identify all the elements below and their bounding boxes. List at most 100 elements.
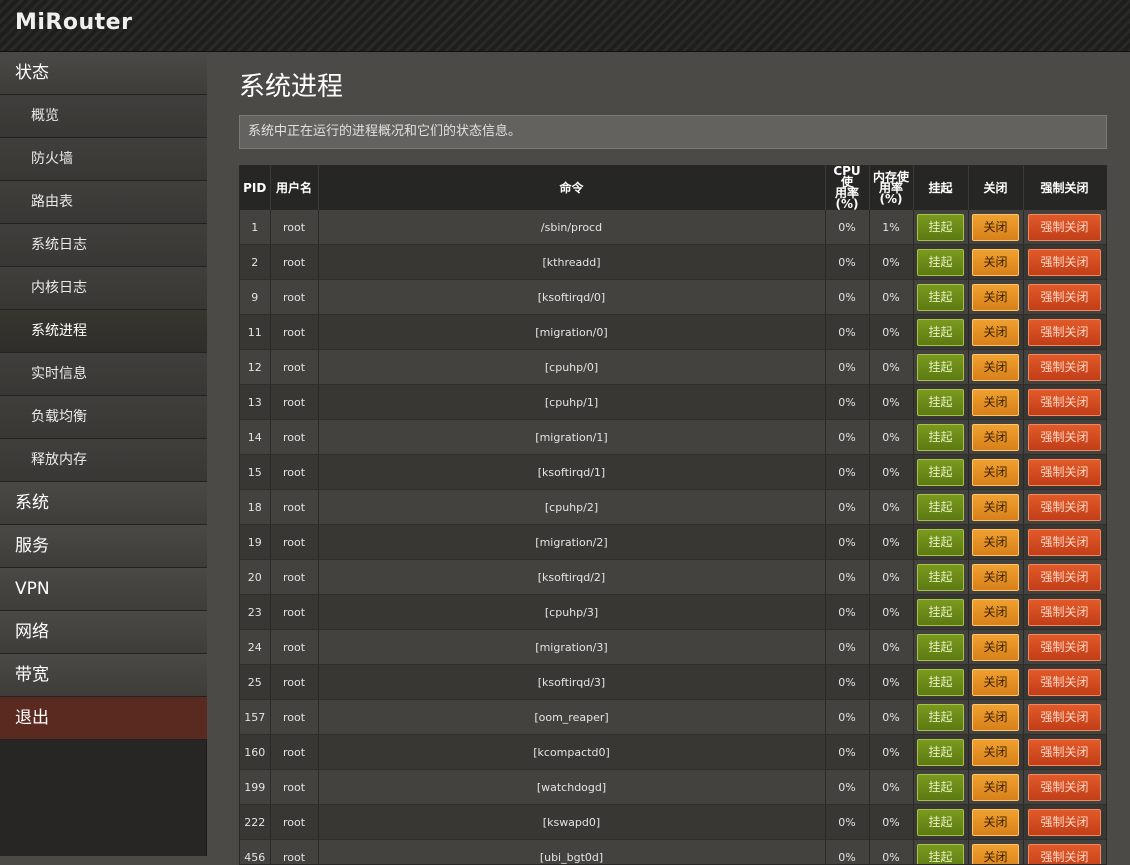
close-button[interactable]: 关闭 (972, 704, 1019, 731)
close-button[interactable]: 关闭 (972, 739, 1019, 766)
suspend-button[interactable]: 挂起 (917, 459, 964, 486)
suspend-button[interactable]: 挂起 (917, 564, 964, 591)
close-button[interactable]: 关闭 (972, 214, 1019, 241)
force-close-button[interactable]: 强制关闭 (1028, 354, 1101, 381)
suspend-button[interactable]: 挂起 (917, 529, 964, 556)
cell-force: 强制关闭 (1023, 840, 1106, 865)
close-button[interactable]: 关闭 (972, 459, 1019, 486)
nav-sub-syslog[interactable]: 系统日志 (0, 224, 207, 267)
suspend-button[interactable]: 挂起 (917, 844, 964, 865)
nav-sub-free-memory[interactable]: 释放内存 (0, 439, 207, 482)
close-button[interactable]: 关闭 (972, 354, 1019, 381)
cell-cpu: 0% (825, 210, 869, 245)
close-button[interactable]: 关闭 (972, 634, 1019, 661)
force-close-button[interactable]: 强制关闭 (1028, 634, 1101, 661)
close-button[interactable]: 关闭 (972, 494, 1019, 521)
nav-network[interactable]: 网络 (0, 611, 207, 654)
suspend-button[interactable]: 挂起 (917, 774, 964, 801)
suspend-button[interactable]: 挂起 (917, 389, 964, 416)
close-button[interactable]: 关闭 (972, 844, 1019, 865)
sidebar-nav: 状态 概览 防火墙 路由表 系统日志 内核日志 系统进程 实时信息 负载均衡 释… (0, 52, 207, 856)
force-close-button[interactable]: 强制关闭 (1028, 809, 1101, 836)
cell-memory: 0% (869, 350, 913, 385)
force-close-button[interactable]: 强制关闭 (1028, 774, 1101, 801)
cell-force: 强制关闭 (1023, 210, 1106, 245)
nav-logout[interactable]: 退出 (0, 697, 207, 740)
cell-command: [cpuhp/2] (318, 490, 825, 525)
force-close-button[interactable]: 强制关闭 (1028, 424, 1101, 451)
force-close-button[interactable]: 强制关闭 (1028, 529, 1101, 556)
table-row: 12root[cpuhp/0]0%0%挂起关闭强制关闭 (240, 350, 1106, 385)
nav-sub-load-balance[interactable]: 负载均衡 (0, 396, 207, 439)
close-button[interactable]: 关闭 (972, 249, 1019, 276)
cell-user: root (270, 245, 318, 280)
nav-sub-routes[interactable]: 路由表 (0, 181, 207, 224)
cell-close: 关闭 (968, 595, 1023, 630)
force-close-button[interactable]: 强制关闭 (1028, 704, 1101, 731)
suspend-button[interactable]: 挂起 (917, 739, 964, 766)
force-close-button[interactable]: 强制关闭 (1028, 669, 1101, 696)
cell-close: 关闭 (968, 525, 1023, 560)
cell-pid: 15 (240, 455, 270, 490)
suspend-button[interactable]: 挂起 (917, 494, 964, 521)
cell-force: 强制关闭 (1023, 455, 1106, 490)
close-button[interactable]: 关闭 (972, 529, 1019, 556)
cell-memory: 0% (869, 245, 913, 280)
force-close-button[interactable]: 强制关闭 (1028, 599, 1101, 626)
suspend-button[interactable]: 挂起 (917, 424, 964, 451)
cell-command: [migration/3] (318, 630, 825, 665)
force-close-button[interactable]: 强制关闭 (1028, 284, 1101, 311)
cell-memory: 0% (869, 560, 913, 595)
force-close-button[interactable]: 强制关闭 (1028, 844, 1101, 865)
header-pid: PID (240, 166, 270, 210)
close-button[interactable]: 关闭 (972, 284, 1019, 311)
force-close-button[interactable]: 强制关闭 (1028, 319, 1101, 346)
table-row: 20root[ksoftirqd/2]0%0%挂起关闭强制关闭 (240, 560, 1106, 595)
nav-vpn[interactable]: VPN (0, 568, 207, 611)
suspend-button[interactable]: 挂起 (917, 704, 964, 731)
nav-sub-processes[interactable]: 系统进程 (0, 310, 207, 353)
nav-sub-realtime[interactable]: 实时信息 (0, 353, 207, 396)
close-button[interactable]: 关闭 (972, 669, 1019, 696)
cell-force: 强制关闭 (1023, 700, 1106, 735)
force-close-button[interactable]: 强制关闭 (1028, 389, 1101, 416)
header-command: 命令 (318, 166, 825, 210)
force-close-button[interactable]: 强制关闭 (1028, 739, 1101, 766)
close-button[interactable]: 关闭 (972, 424, 1019, 451)
nav-services[interactable]: 服务 (0, 525, 207, 568)
suspend-button[interactable]: 挂起 (917, 354, 964, 381)
nav-system[interactable]: 系统 (0, 482, 207, 525)
close-button[interactable]: 关闭 (972, 564, 1019, 591)
close-button[interactable]: 关闭 (972, 319, 1019, 346)
nav-status[interactable]: 状态 (0, 52, 207, 95)
suspend-button[interactable]: 挂起 (917, 809, 964, 836)
suspend-button[interactable]: 挂起 (917, 214, 964, 241)
nav-bandwidth[interactable]: 带宽 (0, 654, 207, 697)
force-close-button[interactable]: 强制关闭 (1028, 214, 1101, 241)
force-close-button[interactable]: 强制关闭 (1028, 249, 1101, 276)
close-button[interactable]: 关闭 (972, 774, 1019, 801)
brand-logo[interactable]: MiRouter (15, 10, 132, 35)
cell-memory: 0% (869, 735, 913, 770)
close-button[interactable]: 关闭 (972, 599, 1019, 626)
force-close-button[interactable]: 强制关闭 (1028, 459, 1101, 486)
cell-suspend: 挂起 (913, 805, 968, 840)
force-close-button[interactable]: 强制关闭 (1028, 494, 1101, 521)
suspend-button[interactable]: 挂起 (917, 319, 964, 346)
suspend-button[interactable]: 挂起 (917, 284, 964, 311)
suspend-button[interactable]: 挂起 (917, 634, 964, 661)
suspend-button[interactable]: 挂起 (917, 599, 964, 626)
force-close-button[interactable]: 强制关闭 (1028, 564, 1101, 591)
close-button[interactable]: 关闭 (972, 389, 1019, 416)
nav-sub-kernel-log[interactable]: 内核日志 (0, 267, 207, 310)
suspend-button[interactable]: 挂起 (917, 249, 964, 276)
cell-user: root (270, 735, 318, 770)
close-button[interactable]: 关闭 (972, 809, 1019, 836)
cell-user: root (270, 840, 318, 865)
suspend-button[interactable]: 挂起 (917, 669, 964, 696)
cell-close: 关闭 (968, 560, 1023, 595)
nav-sub-firewall[interactable]: 防火墙 (0, 138, 207, 181)
table-row: 19root[migration/2]0%0%挂起关闭强制关闭 (240, 525, 1106, 560)
cell-command: [watchdogd] (318, 770, 825, 805)
nav-sub-overview[interactable]: 概览 (0, 95, 207, 138)
